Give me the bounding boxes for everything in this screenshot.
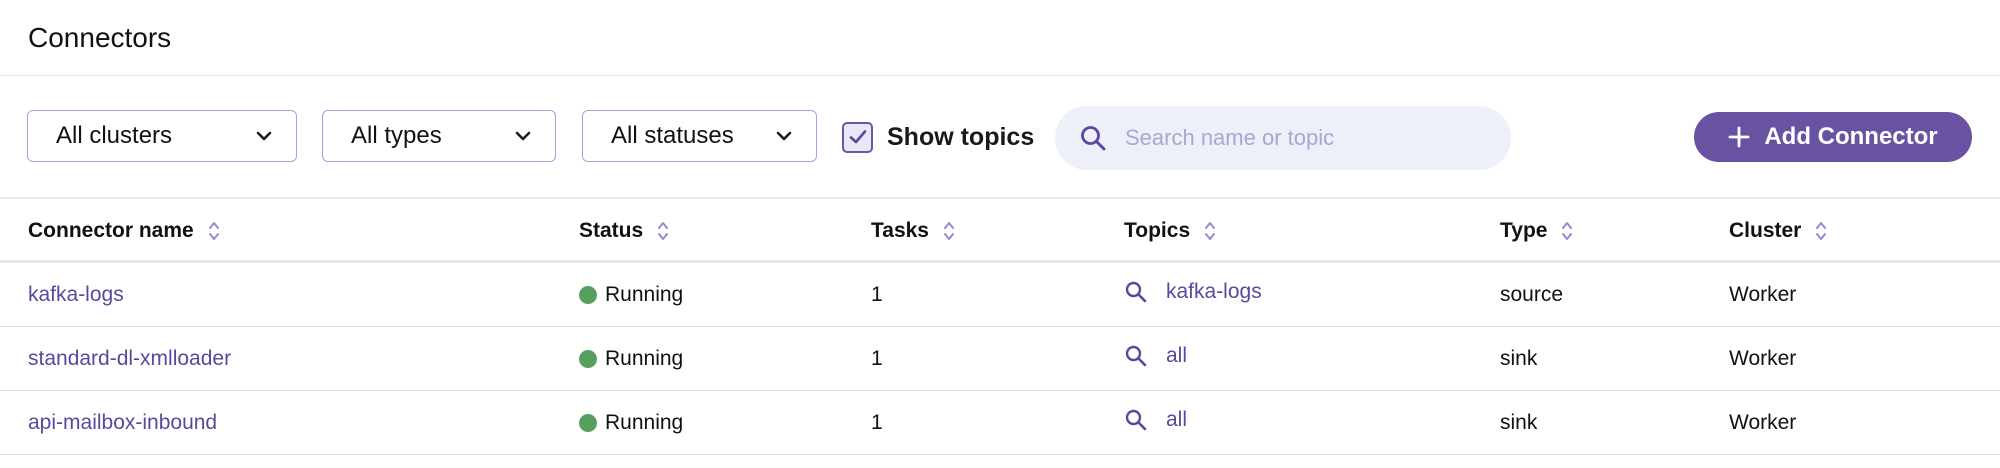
show-topics-checkbox[interactable] — [842, 121, 873, 153]
topics-cell: all — [1124, 327, 1187, 391]
type-cell: source — [1500, 283, 1564, 306]
tasks-cell: 1 — [871, 347, 883, 370]
table-row: standard-dl-xmlloader Running 1 all sink… — [0, 327, 2000, 391]
sort-icon — [208, 222, 219, 240]
connector-name-cell: kafka-logs — [28, 263, 124, 327]
column-label: Status — [579, 219, 644, 242]
search-icon[interactable] — [1124, 344, 1148, 368]
add-connector-button[interactable]: Add Connector — [1694, 112, 1972, 162]
connector-name-cell: api-mailbox-inbound — [28, 391, 217, 455]
connectors-table: Connector name Status Tasks Topics Type … — [0, 199, 2000, 455]
check-icon — [849, 130, 866, 144]
table-row: kafka-logs Running 1 kafka-logs source W… — [0, 263, 2000, 327]
topic-link[interactable]: all — [1166, 344, 1187, 368]
show-topics-toggle[interactable]: Show topics — [842, 121, 1035, 153]
column-label: Connector name — [28, 219, 194, 242]
connector-name-link[interactable]: standard-dl-xmlloader — [28, 347, 231, 371]
column-label: Cluster — [1729, 219, 1802, 242]
column-label: Type — [1500, 219, 1548, 242]
tasks-cell: 1 — [871, 283, 883, 306]
status-cell: Running — [579, 391, 683, 455]
sort-icon — [1562, 222, 1573, 240]
page-header: Connectors — [0, 0, 2000, 76]
cluster-cell: Worker — [1729, 347, 1797, 370]
status-text: Running — [605, 283, 684, 306]
cluster-cell: Worker — [1729, 411, 1797, 434]
types-filter-select[interactable]: All types — [322, 110, 556, 162]
connector-name-link[interactable]: api-mailbox-inbound — [28, 411, 217, 435]
column-header-topics[interactable]: Topics — [1124, 199, 1216, 263]
status-cell: Running — [579, 327, 683, 391]
show-topics-label: Show topics — [887, 122, 1035, 151]
sort-icon — [1205, 222, 1216, 240]
chevron-down-icon — [776, 131, 792, 141]
page-title: Connectors — [28, 21, 172, 53]
clusters-filter-value: All clusters — [56, 122, 173, 149]
column-label: Tasks — [871, 219, 929, 242]
search-icon[interactable] — [1124, 280, 1148, 304]
sort-icon — [944, 222, 954, 240]
column-header-cluster[interactable]: Cluster — [1729, 199, 1827, 263]
connectors-page: Connectors All clusters All types All st… — [0, 0, 2000, 468]
type-cell: sink — [1500, 347, 1538, 370]
search-icon — [1081, 126, 1106, 151]
table-row: api-mailbox-inbound Running 1 all sink W… — [0, 391, 2000, 455]
filter-toolbar: All clusters All types All statuses Show… — [0, 77, 2000, 199]
types-filter-value: All types — [351, 122, 442, 149]
table-header: Connector name Status Tasks Topics Type … — [0, 199, 2000, 263]
plus-icon — [1728, 126, 1750, 148]
status-dot-icon — [579, 286, 597, 304]
connector-name-cell: standard-dl-xmlloader — [28, 327, 231, 391]
sort-icon — [658, 222, 669, 240]
type-cell: sink — [1500, 411, 1538, 434]
status-text: Running — [605, 411, 684, 434]
topics-cell: all — [1124, 391, 1187, 455]
topic-link[interactable]: kafka-logs — [1166, 280, 1262, 304]
status-dot-icon — [579, 350, 597, 368]
search-input[interactable] — [1125, 106, 1495, 170]
connector-name-link[interactable]: kafka-logs — [28, 283, 124, 307]
status-cell: Running — [579, 263, 683, 327]
search-icon[interactable] — [1124, 408, 1148, 432]
column-header-connector-name[interactable]: Connector name — [28, 199, 220, 263]
clusters-filter-select[interactable]: All clusters — [27, 110, 297, 162]
topics-cell: kafka-logs — [1124, 263, 1262, 327]
statuses-filter-value: All statuses — [611, 122, 734, 149]
column-header-tasks[interactable]: Tasks — [871, 199, 955, 263]
cluster-cell: Worker — [1729, 283, 1797, 306]
topic-link[interactable]: all — [1166, 408, 1187, 432]
column-label: Topics — [1124, 219, 1191, 242]
sort-icon — [1816, 222, 1827, 240]
search-box — [1055, 106, 1511, 170]
add-connector-label: Add Connector — [1764, 123, 1938, 150]
statuses-filter-select[interactable]: All statuses — [582, 110, 817, 162]
tasks-cell: 1 — [871, 411, 883, 434]
column-header-type[interactable]: Type — [1500, 199, 1573, 263]
chevron-down-icon — [515, 131, 531, 141]
status-text: Running — [605, 347, 684, 370]
chevron-down-icon — [256, 131, 272, 141]
column-header-status[interactable]: Status — [579, 199, 669, 263]
status-dot-icon — [579, 414, 597, 432]
